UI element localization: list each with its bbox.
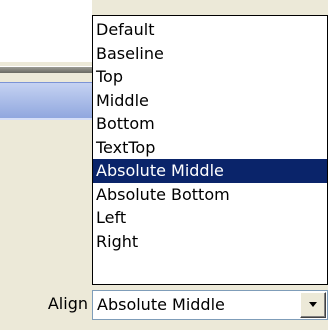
align-option-default[interactable]: Default — [93, 18, 327, 42]
properties-panel: Default Baseline Top Middle Bottom TextT… — [0, 0, 334, 330]
align-option-top[interactable]: Top — [93, 65, 327, 89]
right-edge-panel — [328, 0, 334, 330]
align-option-right[interactable]: Right — [93, 230, 327, 254]
chevron-down-icon — [309, 302, 317, 307]
align-dropdown-list[interactable]: Default Baseline Top Middle Bottom TextT… — [92, 15, 328, 285]
header-band — [0, 82, 92, 119]
align-option-middle[interactable]: Middle — [93, 89, 327, 113]
align-option-absolute-bottom[interactable]: Absolute Bottom — [93, 183, 327, 207]
align-option-bottom[interactable]: Bottom — [93, 112, 327, 136]
slider-groove — [0, 66, 92, 73]
align-select[interactable]: Absolute Middle — [92, 290, 328, 320]
align-option-left[interactable]: Left — [93, 206, 327, 230]
background-panel — [0, 0, 92, 62]
divider — [0, 118, 92, 120]
align-option-absolute-middle[interactable]: Absolute Middle — [93, 159, 327, 183]
align-select-value: Absolute Middle — [97, 295, 225, 314]
align-label: Align — [47, 294, 88, 313]
align-option-baseline[interactable]: Baseline — [93, 42, 327, 66]
dropdown-button[interactable] — [300, 292, 326, 318]
align-option-texttop[interactable]: TextTop — [93, 136, 327, 160]
